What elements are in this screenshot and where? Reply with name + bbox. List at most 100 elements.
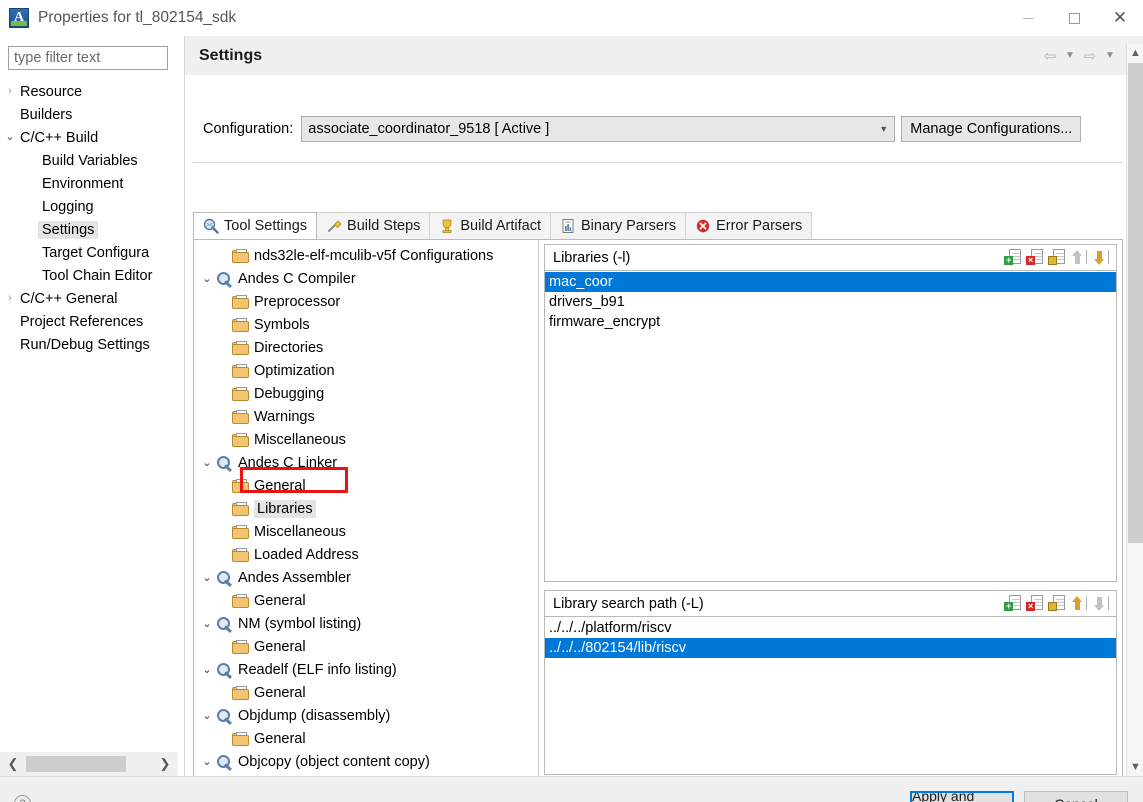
minimize-icon[interactable] xyxy=(1005,0,1051,36)
chevron-down-icon[interactable]: ⌄ xyxy=(198,571,216,584)
tool-tree-item-directories[interactable]: Directories xyxy=(194,336,538,359)
tool-tree-item-andes-assembler[interactable]: ⌄ Andes Assembler xyxy=(194,566,538,589)
tool-tree-item-general[interactable]: General xyxy=(194,727,538,750)
manage-configurations-button[interactable]: Manage Configurations... xyxy=(901,116,1082,142)
back-arrow-icon[interactable]: ⇦ xyxy=(1040,45,1060,67)
delete-icon[interactable]: × xyxy=(1026,595,1043,612)
add-library-button[interactable]: + xyxy=(1004,249,1021,266)
edit-icon[interactable] xyxy=(1048,249,1065,266)
arrow-down-icon[interactable] xyxy=(1092,249,1109,266)
tab-error-parsers[interactable]: Error Parsers xyxy=(685,212,813,239)
tool-tree-item-readelf-elf-info-listing[interactable]: ⌄ Readelf (ELF info listing) xyxy=(194,658,538,681)
tool-tree-item-symbols[interactable]: Symbols xyxy=(194,313,538,336)
tool-tree-item-label: Objcopy (object content copy) xyxy=(238,753,430,770)
tool-tree-item-debugging[interactable]: Debugging xyxy=(194,382,538,405)
arrow-up-icon[interactable] xyxy=(1070,595,1087,612)
tool-tree-item-general[interactable]: General xyxy=(194,635,538,658)
list-item[interactable]: firmware_encrypt xyxy=(545,312,1116,332)
libraries-list[interactable]: mac_coor drivers_b91 firmware_encrypt xyxy=(545,271,1116,581)
add-icon[interactable]: + xyxy=(1004,595,1021,612)
forward-arrow-icon[interactable]: ⇨ xyxy=(1080,45,1100,67)
chevron-up-icon[interactable]: ▲ xyxy=(1127,44,1143,62)
configuration-select[interactable]: associate_coordinator_9518 [ Active ] ▾ xyxy=(301,116,896,142)
sidebar-item-builders[interactable]: Builders xyxy=(0,103,178,126)
tool-tree-item-miscellaneous[interactable]: Miscellaneous xyxy=(194,520,538,543)
tool-tree-item-libraries[interactable]: Libraries xyxy=(194,497,538,520)
folder-icon xyxy=(232,248,249,263)
apply-and-close-button[interactable]: Apply and Close xyxy=(910,791,1014,802)
tool-tree-item-general[interactable]: General xyxy=(194,589,538,612)
tool-tree-item-general[interactable]: General xyxy=(194,681,538,704)
sidebar-tree: › Resource Builders ⌄ C/C++ Build Build Var… xyxy=(0,80,178,356)
sidebar-item-environment[interactable]: Environment xyxy=(0,172,178,195)
tool-tree-item-objcopy-object-content-copy[interactable]: ⌄ Objcopy (object content copy) xyxy=(194,750,538,773)
scrollbar-thumb[interactable] xyxy=(1128,63,1143,543)
chevron-down-icon[interactable]: ⌄ xyxy=(198,456,216,469)
list-item[interactable]: drivers_b91 xyxy=(545,292,1116,312)
sidebar-item-c-c-general[interactable]: › C/C++ General xyxy=(0,287,178,310)
move-down-library-button[interactable] xyxy=(1092,249,1109,266)
delete-search-path-button[interactable]: × xyxy=(1026,595,1043,612)
chevron-down-icon[interactable]: ▼ xyxy=(1127,758,1143,776)
chevron-down-icon[interactable]: ⌄ xyxy=(198,709,216,722)
scrollbar-track[interactable] xyxy=(126,752,152,776)
tool-tree-item-andes-c-linker[interactable]: ⌄ Andes C Linker xyxy=(194,451,538,474)
chevron-right-icon[interactable]: › xyxy=(0,86,20,97)
sidebar-item-run-debug-settings[interactable]: Run/Debug Settings xyxy=(0,333,178,356)
tool-tree-item-objdump-disassembly[interactable]: ⌄ Objdump (disassembly) xyxy=(194,704,538,727)
edit-search-path-button[interactable] xyxy=(1048,595,1065,612)
maximize-icon[interactable] xyxy=(1051,0,1097,36)
tab-build-steps[interactable]: Build Steps xyxy=(316,212,431,239)
chevron-left-icon[interactable]: ❮ xyxy=(0,752,26,776)
tab-tool-settings[interactable]: Tool Settings xyxy=(193,212,318,239)
tool-icon xyxy=(216,708,233,725)
list-item[interactable]: ../../../802154/lib/riscv xyxy=(545,638,1116,658)
delete-icon[interactable]: × xyxy=(1026,249,1043,266)
tool-tree-item-loaded-address[interactable]: Loaded Address xyxy=(194,543,538,566)
edit-icon[interactable] xyxy=(1048,595,1065,612)
list-item[interactable]: mac_coor xyxy=(545,272,1116,292)
tool-tree-item-warnings[interactable]: Warnings xyxy=(194,405,538,428)
chevron-down-icon[interactable]: ⌄ xyxy=(198,617,216,630)
sidebar-item-settings[interactable]: Settings xyxy=(0,218,178,241)
chevron-down-icon[interactable]: ⌄ xyxy=(0,132,20,143)
sidebar-item-target-configura[interactable]: Target Configura xyxy=(0,241,178,264)
move-up-search-path-button[interactable] xyxy=(1070,595,1087,612)
list-item[interactable]: ../../../platform/riscv xyxy=(545,618,1116,638)
tool-tree-item-general[interactable]: General xyxy=(194,474,538,497)
sidebar-item-tool-chain-editor[interactable]: Tool Chain Editor xyxy=(0,264,178,287)
chevron-down-icon[interactable]: ⌄ xyxy=(198,272,216,285)
sidebar-item-c-c-build[interactable]: ⌄ C/C++ Build xyxy=(0,126,178,149)
tool-tree-item-nds32le-elf-mculib-v5f-configurations[interactable]: nds32le-elf-mculib-v5f Configurations xyxy=(194,244,538,267)
tab-build-artifact[interactable]: Build Artifact xyxy=(429,212,551,239)
tool-tree-item-preprocessor[interactable]: Preprocessor xyxy=(194,290,538,313)
tool-tree-item-miscellaneous[interactable]: Miscellaneous xyxy=(194,428,538,451)
chevron-right-icon[interactable]: ❯ xyxy=(152,752,178,776)
chevron-right-icon[interactable]: › xyxy=(0,293,20,304)
tool-tree-item-andes-c-compiler[interactable]: ⌄ Andes C Compiler xyxy=(194,267,538,290)
close-icon[interactable]: ✕ xyxy=(1097,0,1143,36)
back-menu-chevron-down-icon[interactable]: ▼ xyxy=(1062,45,1078,67)
filter-input[interactable]: type filter text xyxy=(8,46,168,70)
tab-binary-parsers[interactable]: Binary Parsers xyxy=(549,212,687,239)
sidebar-item-resource[interactable]: › Resource xyxy=(0,80,178,103)
forward-menu-chevron-down-icon[interactable]: ▼ xyxy=(1102,45,1118,67)
sidebar-item-build-variables[interactable]: Build Variables xyxy=(0,149,178,172)
add-icon[interactable]: + xyxy=(1004,249,1021,266)
scrollbar-thumb[interactable] xyxy=(26,756,126,772)
chevron-down-icon[interactable]: ⌄ xyxy=(198,755,216,768)
chevron-down-icon[interactable]: ⌄ xyxy=(198,663,216,676)
pane-vertical-scrollbar[interactable]: ▲ ▼ xyxy=(1126,44,1143,776)
help-icon[interactable]: ? xyxy=(14,795,31,802)
delete-library-button[interactable]: × xyxy=(1026,249,1043,266)
add-search-path-button[interactable]: + xyxy=(1004,595,1021,612)
sidebar-item-project-references[interactable]: Project References xyxy=(0,310,178,333)
sidebar-horizontal-scrollbar[interactable]: ❮ ❯ xyxy=(0,752,178,776)
search-path-list[interactable]: ../../../platform/riscv ../../../802154/l… xyxy=(545,617,1116,774)
sidebar-item-logging[interactable]: Logging xyxy=(0,195,178,218)
tool-tree-item-optimization[interactable]: Optimization xyxy=(194,359,538,382)
tool-tree-item-nm-symbol-listing[interactable]: ⌄ NM (symbol listing) xyxy=(194,612,538,635)
cancel-button[interactable]: Cancel xyxy=(1024,791,1128,802)
edit-library-button[interactable] xyxy=(1048,249,1065,266)
